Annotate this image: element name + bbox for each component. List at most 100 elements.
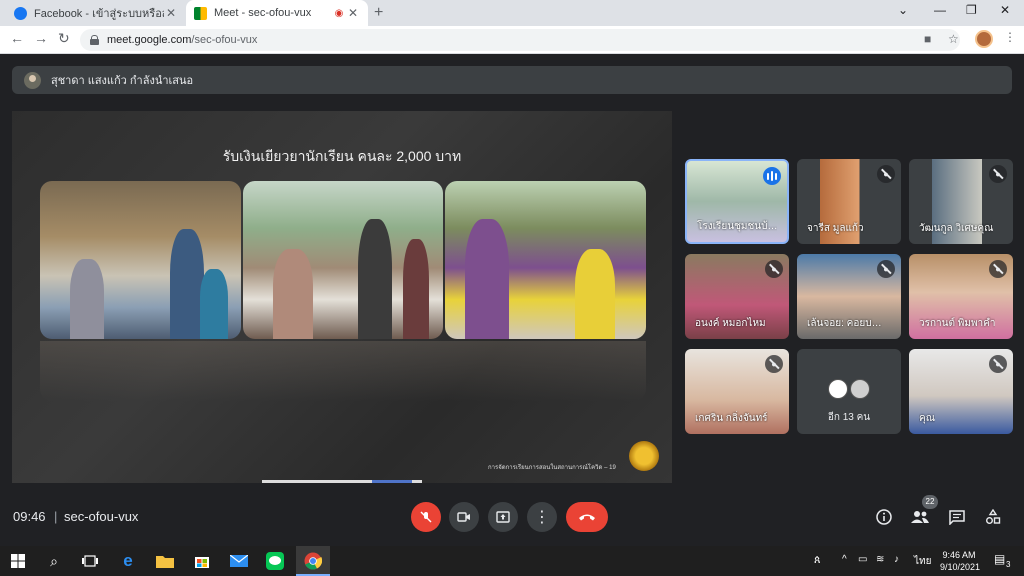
meet-icon bbox=[194, 6, 207, 20]
hang-up-icon bbox=[579, 514, 595, 521]
separator: | bbox=[54, 509, 58, 524]
address-bar-row: ← → ↻ meet.google.com/sec-ofou-vux ■ ☆ ⋮ bbox=[0, 26, 1024, 54]
chevron-up-icon[interactable]: ^ bbox=[842, 554, 847, 565]
participant-tile[interactable]: ● อนงค์ หมอกไหม bbox=[685, 254, 789, 339]
participant-tile[interactable]: ● จารีส มูลแก้ว bbox=[797, 159, 901, 244]
mail-icon[interactable] bbox=[229, 551, 249, 571]
window-close-icon[interactable]: ✕ bbox=[1000, 3, 1010, 17]
meeting-details-button[interactable] bbox=[873, 506, 895, 528]
lock-icon bbox=[90, 35, 99, 45]
people-button[interactable] bbox=[909, 506, 931, 528]
forward-icon[interactable]: → bbox=[34, 30, 48, 46]
browser-tab-strip: Facebook - เข้าสู่ระบบหรือสมัครใช้งาน ✕ … bbox=[0, 0, 1024, 26]
meeting-clock: 09:46 bbox=[13, 509, 46, 524]
participant-tile[interactable]: ● เกศริน กลิ่งจันทร์ bbox=[685, 349, 789, 434]
chrome-icon[interactable] bbox=[303, 551, 323, 571]
search-icon[interactable]: ⌕ bbox=[44, 551, 64, 571]
url-input[interactable]: meet.google.com/sec-ofou-vux bbox=[80, 29, 960, 51]
info-icon bbox=[876, 509, 892, 525]
store-icon[interactable] bbox=[192, 551, 212, 571]
windows-start-icon[interactable] bbox=[8, 551, 28, 571]
url-path: /sec-ofou-vux bbox=[191, 34, 258, 46]
participant-name: วัฒนกูล วิเศษคุณ bbox=[919, 223, 994, 234]
participant-name: อนงค์ หมอกไหม bbox=[695, 318, 766, 329]
participant-tile[interactable]: โรงเรียนชุมชนบ้… bbox=[685, 159, 789, 244]
more-participants-label: อีก 13 คน bbox=[827, 412, 871, 423]
restore-icon[interactable]: ❐ bbox=[966, 3, 977, 17]
mic-off-icon bbox=[420, 511, 432, 523]
photo-reflection bbox=[40, 341, 646, 401]
notification-count: 3 bbox=[1006, 560, 1011, 569]
wifi-icon[interactable]: ≋ bbox=[876, 554, 884, 565]
participant-tile[interactable]: ● คุณ bbox=[909, 349, 1013, 434]
chat-button[interactable] bbox=[946, 506, 968, 528]
people-tray-icon[interactable]: ጰ bbox=[814, 554, 821, 567]
participant-tile[interactable]: ● วัฒนกูล วิเศษคุณ bbox=[909, 159, 1013, 244]
participant-tile[interactable]: ● วรกานต์ พิมพาคำ bbox=[909, 254, 1013, 339]
camera-icon[interactable]: ■ bbox=[924, 32, 931, 46]
avatar bbox=[850, 379, 870, 399]
tab-search-icon[interactable]: ⌄ bbox=[898, 3, 908, 17]
activities-button[interactable] bbox=[982, 506, 1004, 528]
mic-off-icon: ● bbox=[877, 165, 895, 183]
file-explorer-icon[interactable] bbox=[155, 551, 175, 571]
url-host: meet.google.com bbox=[107, 34, 192, 46]
mic-off-icon: ● bbox=[989, 260, 1007, 278]
clock-date: 9/10/2021 bbox=[940, 562, 981, 572]
slide-photo bbox=[40, 181, 241, 339]
mic-off-icon: ● bbox=[765, 260, 783, 278]
more-avatars bbox=[797, 379, 901, 399]
close-icon[interactable]: ✕ bbox=[346, 6, 360, 20]
tab-facebook[interactable]: Facebook - เข้าสู่ระบบหรือสมัครใช้งาน ✕ bbox=[6, 0, 186, 26]
slide-photo bbox=[445, 181, 647, 339]
mic-off-icon: ● bbox=[877, 260, 895, 278]
reload-icon[interactable]: ↻ bbox=[58, 30, 70, 47]
minimize-icon[interactable]: — bbox=[934, 3, 946, 17]
participant-name: เล้นจอย: คอยบ… bbox=[807, 318, 882, 329]
task-view-icon[interactable] bbox=[80, 551, 100, 571]
participant-name: จารีส มูลแก้ว bbox=[807, 223, 864, 234]
battery-icon[interactable]: ▭ bbox=[858, 554, 867, 565]
facebook-icon bbox=[14, 6, 27, 20]
line-app-icon[interactable] bbox=[265, 551, 285, 571]
presenter-banner: สุชาดา แสงแก้ว กำลังนำเสนอ bbox=[12, 66, 1012, 94]
notifications-icon[interactable]: ▤ bbox=[994, 552, 1005, 566]
close-icon[interactable]: ✕ bbox=[164, 6, 178, 20]
edge-icon[interactable]: e bbox=[118, 551, 138, 571]
slide-photo bbox=[242, 181, 444, 339]
kebab-icon: ⋮ bbox=[534, 509, 550, 526]
meeting-code: sec-ofou-vux bbox=[64, 509, 139, 524]
slide-title: รับเงินเยียวยานักเรียน คนละ 2,000 บาท bbox=[222, 148, 462, 164]
clock-time: 9:46 AM bbox=[942, 550, 976, 560]
slide-progress bbox=[262, 480, 422, 483]
more-participants-tile[interactable]: อีก 13 คน bbox=[797, 349, 901, 434]
camera-toggle-button[interactable] bbox=[449, 502, 479, 532]
mic-off-icon: ● bbox=[989, 355, 1007, 373]
slide-footer: การจัดการเรียนการสอนในสถานการณ์โควิด – 1… bbox=[488, 465, 616, 471]
meet-window: สุชาดา แสงแก้ว กำลังนำเสนอ รับเงินเยียวย… bbox=[0, 55, 1024, 545]
participant-name: วรกานต์ พิมพาคำ bbox=[919, 318, 996, 329]
speaking-indicator-icon bbox=[763, 167, 781, 185]
back-icon[interactable]: ← bbox=[10, 30, 24, 46]
presentation-stage: รับเงินเยียวยานักเรียน คนละ 2,000 บาท กา… bbox=[12, 111, 672, 483]
bookmark-star-icon[interactable]: ☆ bbox=[948, 32, 959, 46]
tab-title: Facebook - เข้าสู่ระบบหรือสมัครใช้งาน bbox=[34, 8, 164, 20]
mic-toggle-button[interactable] bbox=[411, 502, 441, 532]
participant-tile[interactable]: ● เล้นจอย: คอยบ… bbox=[797, 254, 901, 339]
windows-taskbar: ⌕ e ጰ ^ ▭ ≋ ♪ ไทย 9:46 AM 9/10/2021 ▤ 3 bbox=[0, 546, 1024, 576]
presenter-avatar bbox=[24, 71, 41, 89]
profile-avatar[interactable] bbox=[975, 30, 993, 48]
slide-photos bbox=[40, 181, 647, 339]
menu-kebab-icon[interactable]: ⋮ bbox=[1004, 30, 1016, 44]
activities-icon bbox=[986, 509, 1001, 524]
present-icon bbox=[496, 511, 510, 523]
volume-icon[interactable]: ♪ bbox=[894, 554, 899, 565]
present-screen-button[interactable] bbox=[488, 502, 518, 532]
system-clock[interactable]: 9:46 AM 9/10/2021 bbox=[940, 549, 981, 573]
input-language[interactable]: ไทย bbox=[914, 554, 931, 569]
new-tab-button[interactable]: + bbox=[374, 4, 383, 22]
tab-meet[interactable]: Meet - sec-ofou-vux ◉ ✕ bbox=[186, 0, 368, 26]
leave-call-button[interactable] bbox=[566, 502, 608, 532]
more-options-button[interactable]: ⋮ bbox=[527, 502, 557, 532]
people-icon bbox=[911, 511, 929, 523]
